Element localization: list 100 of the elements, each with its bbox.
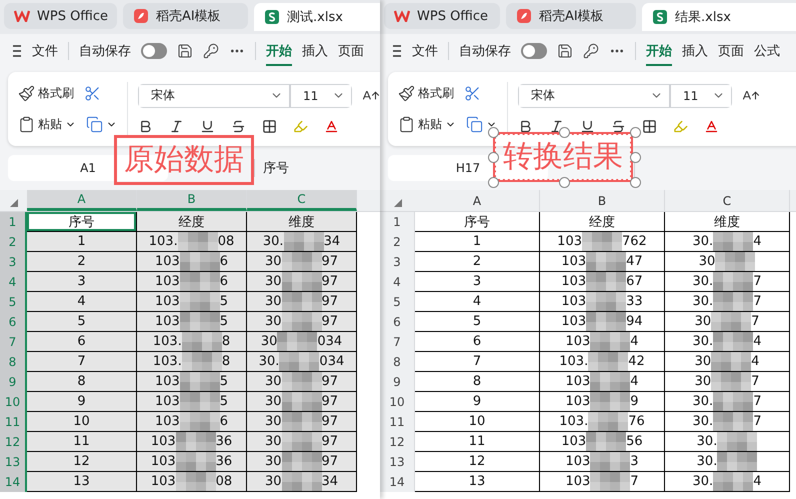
table-cell: 7 [27, 352, 137, 372]
formula-input[interactable]: 序号 [263, 159, 289, 177]
format-painter-button[interactable]: 格式刷 [18, 85, 74, 102]
row-header[interactable]: 9 [380, 372, 415, 392]
bold-icon[interactable] [518, 119, 533, 134]
autosave-toggle[interactable] [521, 43, 547, 59]
cell-text: 103 [154, 414, 180, 429]
table-cell: 11 [27, 432, 137, 452]
app-tab[interactable]: 结果.xlsx [642, 3, 796, 31]
app-tab[interactable]: 稻壳AI模板 [506, 3, 636, 29]
pixelated-patch [282, 452, 322, 471]
clipboard-icon [18, 116, 35, 133]
row-header[interactable]: 4 [380, 272, 415, 292]
ribbon-tab[interactable]: 页面 [338, 36, 364, 66]
autosave-label: 自动保存 [79, 43, 131, 60]
cut-icon[interactable] [464, 85, 481, 102]
row-header[interactable]: 6 [380, 312, 415, 332]
cell-text: 34 [324, 234, 340, 249]
strikethrough-icon[interactable] [611, 119, 626, 134]
app-tab[interactable]: 测试.xlsx [254, 3, 380, 31]
row-header[interactable]: 11 [380, 412, 415, 432]
bold-icon[interactable] [138, 119, 153, 134]
key-icon[interactable] [583, 43, 599, 59]
table-cell: 维度 [247, 212, 357, 232]
strikethrough-icon[interactable] [231, 119, 246, 134]
cell-text: 7 [630, 474, 639, 489]
menu-icon[interactable] [12, 45, 22, 57]
borders-icon[interactable] [262, 119, 277, 134]
font-select[interactable]: 宋体 [518, 84, 670, 108]
ribbon-tab[interactable]: 开始 [266, 36, 292, 66]
row-header[interactable]: 10 [380, 392, 415, 412]
file-menu[interactable]: 文件 [32, 42, 58, 60]
resize-handle[interactable] [488, 177, 499, 188]
column-header[interactable]: B [137, 190, 247, 211]
italic-icon[interactable] [549, 119, 564, 134]
cell-text: 103 [565, 474, 590, 489]
resize-handle[interactable] [488, 152, 499, 163]
select-all-icon[interactable] [10, 199, 18, 207]
row-header[interactable]: 3 [380, 252, 415, 272]
ribbon-tab[interactable]: 公式 [754, 36, 780, 66]
cell-text: 103. [559, 354, 588, 369]
row-header[interactable]: 13 [380, 452, 415, 472]
docer-logo-icon [516, 8, 532, 24]
font-size-select[interactable]: 11 [290, 84, 352, 108]
spreadsheet-logo-icon [652, 9, 668, 25]
paste-button[interactable]: 粘贴 [398, 116, 456, 133]
pixelated-patch [582, 232, 622, 251]
cell-text: 8 [222, 354, 230, 369]
wps-logo-icon [14, 10, 30, 22]
column-header[interactable]: A [27, 190, 137, 211]
row-header[interactable]: 7 [380, 332, 415, 352]
row-header[interactable]: 8 [380, 352, 415, 372]
table-cell: 5 [415, 312, 540, 332]
cell-text: 30. [692, 414, 714, 429]
font-color-icon[interactable] [324, 119, 339, 134]
resize-handle[interactable] [630, 152, 641, 163]
cut-icon[interactable] [84, 85, 101, 102]
row-header[interactable]: 2 [380, 232, 415, 252]
row-header[interactable]: 12 [380, 432, 415, 452]
table-cell: 13 [415, 472, 540, 492]
ribbon-tab[interactable]: 页面 [718, 36, 744, 66]
underline-icon[interactable] [580, 119, 595, 134]
italic-icon[interactable] [169, 119, 184, 134]
borders-icon[interactable] [642, 119, 657, 134]
app-tab[interactable]: 稻壳AI模板 [123, 3, 248, 29]
copy-button[interactable] [86, 116, 117, 133]
paste-button[interactable]: 粘贴 [18, 116, 76, 133]
resize-handle[interactable] [630, 177, 641, 188]
table-cell: 维度 [665, 212, 790, 232]
table-cell: 序号 [415, 212, 540, 232]
resize-handle[interactable] [559, 177, 570, 188]
save-icon[interactable] [557, 43, 573, 59]
underline-icon[interactable] [200, 119, 215, 134]
row-header[interactable]: 5 [380, 292, 415, 312]
format-painter-button[interactable]: 格式刷 [398, 85, 454, 102]
ribbon-tab[interactable]: 开始 [646, 36, 672, 66]
font-color-icon[interactable] [704, 119, 719, 134]
select-all-icon[interactable] [394, 199, 402, 207]
row-header[interactable]: 1 [380, 212, 415, 232]
ribbon-tab[interactable]: 插入 [682, 36, 708, 66]
key-icon[interactable] [203, 43, 219, 59]
app-tab[interactable]: WPS Office [4, 3, 117, 29]
autosave-toggle[interactable] [141, 43, 167, 59]
cell-text: 103. [148, 234, 178, 249]
menu-icon[interactable] [392, 45, 402, 57]
ribbon-tab[interactable]: 插入 [302, 36, 328, 66]
table-cell: 10 [27, 412, 137, 432]
paintbrush-icon [398, 85, 415, 102]
column-header[interactable]: C [247, 190, 357, 211]
cell-text: 97 [322, 254, 338, 269]
cell-text: 30 [264, 274, 282, 289]
file-menu[interactable]: 文件 [412, 42, 438, 60]
row-header[interactable]: 14 [380, 472, 415, 492]
copy-button[interactable] [466, 116, 497, 133]
font-select[interactable]: 宋体 [138, 84, 290, 108]
font-size-select[interactable]: 11 [670, 84, 732, 108]
cell-text: 103. [152, 354, 182, 369]
table-cell: 10 [415, 412, 540, 432]
app-tab[interactable]: WPS Office [384, 3, 500, 29]
save-icon[interactable] [177, 43, 193, 59]
